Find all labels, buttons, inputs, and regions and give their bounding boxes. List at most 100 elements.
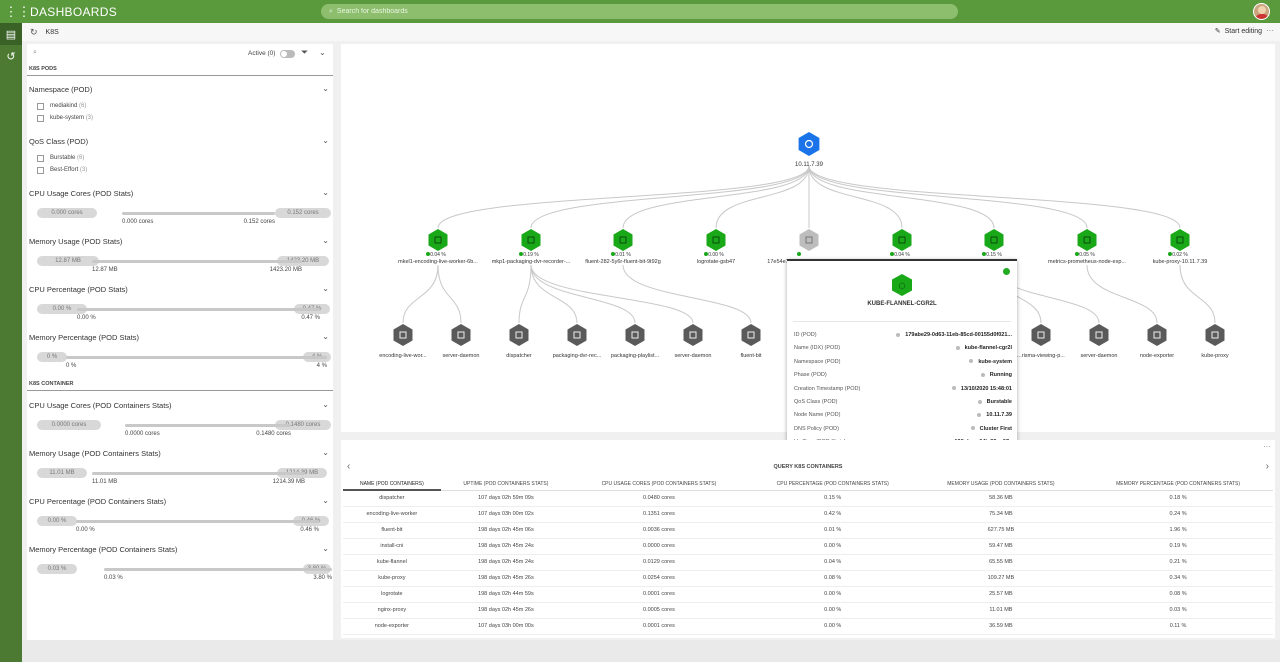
pod-stat: 0.04 % [894,252,910,258]
range-max-value[interactable]: 0.152 cores [275,208,331,218]
range-slider-track[interactable] [76,520,319,523]
property-value: 179abe29-0d63-11eb-85cd-00155d0f021... [896,332,1012,338]
column-header[interactable]: MEMORY USAGE (POD CONTAINERS STATS) [918,478,1084,491]
filter-title-qos: QoS Class (POD) [29,137,89,146]
range-slider-track[interactable] [66,356,327,359]
link-line [437,264,462,324]
table-cell: 0.03 % [1083,602,1273,619]
column-header[interactable]: NAME (POD CONTAINERS) [343,478,441,491]
link-line [518,264,532,324]
pod-tooltip: ⬡ KUBE-FLANNEL-CGR2L ID (POD) 179abe29-0d… [787,259,1017,453]
option-count: (6) [79,103,87,109]
chevron-down-icon[interactable]: ⌄ [322,400,329,409]
chevron-down-icon[interactable]: ⌄ [322,284,329,293]
range-min-value[interactable]: 0.00 % [37,516,77,526]
chevron-down-icon[interactable]: ⌄ [322,544,329,553]
property-value: kube-flannel-cgr2l [956,345,1012,351]
tooltip-property-row: ID (POD) 179abe29-0d63-11eb-85cd-00155d0f… [794,332,1012,342]
checkbox-kube-system[interactable] [37,115,44,122]
filter-panel: ⌕ Active (0) ⏷ ⌄ K8S PODS Namespace (POD)… [27,44,333,640]
checkbox-Burstable[interactable] [37,155,44,162]
table-row[interactable]: kube-flannel 198 days 02h 45m 24s 0.0129 c… [343,554,1273,571]
range-max-tick: 1214.39 MB [272,479,305,485]
range-min-value[interactable]: 11.01 MB [37,468,87,478]
pod-node-icon [1170,229,1190,251]
table-row[interactable]: kube-proxy 198 days 02h 45m 26s 0.0254 cor… [343,570,1273,587]
table-row[interactable]: encoding-live-worker 107 days 03h 00m 02s… [343,506,1273,523]
chevron-down-icon[interactable]: ⌄ [322,84,329,93]
column-header[interactable]: CPU PERCENTAGE (POD CONTAINERS STATS) [746,478,919,491]
table-row[interactable]: logrotate 198 days 02h 44m 59s 0.0001 core… [343,586,1273,603]
filter-title-range: Memory Percentage (POD Containers Stats) [29,545,178,554]
chevron-down-icon[interactable]: ⌄ [322,188,329,197]
range-min-value[interactable]: 0.03 % [37,564,77,574]
range-max-tick: 0.1480 cores [256,431,291,437]
pod-label: logrotate-gsb47 [697,259,735,265]
refresh-icon[interactable]: ↻ [30,27,38,38]
property-key: Node Name (POD) [794,412,841,419]
pod-node-icon [892,229,912,251]
filter-search-icon[interactable]: ⌕ [33,49,37,57]
filter-title-range: Memory Usage (POD Stats) [29,237,123,246]
pencil-icon: ✎ [1214,28,1221,35]
table-cell: 107 days 03h 00m 02s [440,506,572,523]
table-row[interactable]: node-exporter 107 days 03h 00m 00s 0.0001 … [343,618,1273,635]
app-grid-icon[interactable]: ⋮⋮⋮ [0,0,31,23]
chevron-down-icon[interactable]: ⌄ [322,236,329,245]
history-nav-icon[interactable]: ↺ [0,45,22,67]
range-min-value[interactable]: 12.87 MB [37,256,99,266]
table-cell: 198 days 02h 44m 59s [440,586,572,603]
table-row[interactable]: dispatcher 107 days 02h 59m 09s 0.0480 cor… [343,490,1273,507]
range-min-tick: 0.00 % [77,315,96,321]
search-input[interactable] [336,8,937,15]
pod-node-icon [521,229,541,251]
search-icon: ⌕ [329,7,333,15]
column-header[interactable]: MEMORY PERCENTAGE (POD CONTAINERS STATS) [1083,478,1273,491]
pod-node-icon [1077,229,1097,251]
range-min-tick: 0.0000 cores [125,431,160,437]
table-row[interactable]: install-cni 198 days 02h 45m 24s 0.0000 co… [343,538,1273,555]
filter-funnel-icon[interactable]: ⏷ [301,47,308,58]
more-icon[interactable]: ··· [1266,26,1274,35]
column-header[interactable]: UPTIME (POD CONTAINERS STATS) [440,478,572,491]
range-min-value[interactable]: 0.0000 cores [37,420,101,430]
property-key: DNS Policy (POD) [794,425,839,432]
range-min-tick: 0 % [66,363,77,369]
link-line [530,264,636,324]
chevron-down-icon[interactable]: ⌄ [322,496,329,505]
range-min-value[interactable]: 0 % [37,352,67,362]
more-icon[interactable]: ··· [1263,442,1271,451]
dashboard-search[interactable]: ⌕ [321,4,958,19]
dashboards-nav-icon[interactable]: ▤ [0,23,22,45]
collapse-chevron-icon[interactable]: ⌄ [319,48,326,57]
table-cell: node-exporter [343,618,441,635]
range-slider-track[interactable] [92,472,305,475]
container-label: server-daemon [443,353,480,359]
table-cell: 198 days 02h 45m 06s [440,522,572,539]
top-bar: ⋮⋮⋮ DASHBOARDS ⌕ [0,0,1280,23]
chevron-down-icon[interactable]: ⌄ [322,448,329,457]
user-avatar[interactable] [1253,3,1270,20]
table-cell: 198 days 02h 45m 26s [440,570,572,587]
table-row[interactable]: nginx-proxy 198 days 02h 45m 26s 0.0005 co… [343,602,1273,619]
section-k8s-pods: K8S PODS [29,66,57,72]
chevron-down-icon[interactable]: ⌄ [322,332,329,341]
link-line [808,165,1181,229]
checkbox-mediakind[interactable] [37,103,44,110]
range-slider-track[interactable] [125,424,291,427]
range-slider-track[interactable] [104,568,332,571]
range-min-value[interactable]: 0.000 cores [37,208,97,218]
chevron-down-icon[interactable]: ⌄ [322,136,329,145]
range-slider-track[interactable] [77,308,320,311]
table-cell: 0.04 % [746,554,919,571]
option-label: Best-Effort [50,167,79,173]
range-slider-track[interactable] [92,260,302,263]
table-row[interactable]: fluent-bit 198 days 02h 45m 06s 0.0036 cor… [343,522,1273,539]
column-header[interactable]: CPU USAGE CORES (POD CONTAINERS STATS) [571,478,747,491]
range-slider-track[interactable] [122,212,275,215]
table-cell: 0.21 % [1083,554,1273,571]
checkbox-Best-Effort[interactable] [37,167,44,174]
table-cell: 107 days 03h 00m 00s [440,618,572,635]
active-toggle[interactable] [280,50,295,58]
start-editing-button[interactable]: ✎ Start editing [1214,27,1262,36]
